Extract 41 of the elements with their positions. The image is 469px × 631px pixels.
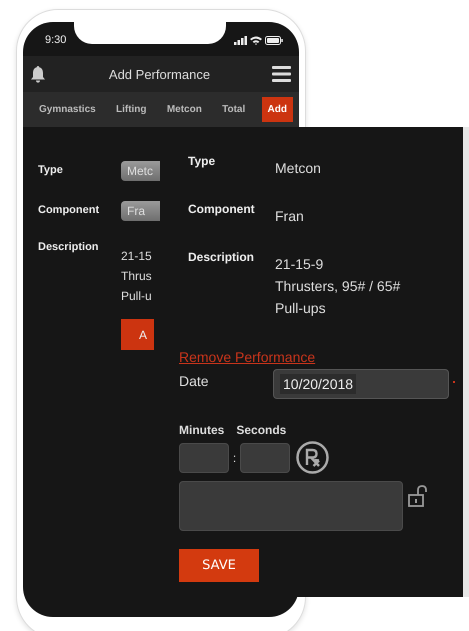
unlocked-padlock-icon[interactable] (408, 485, 427, 507)
select-field[interactable]: Metc (121, 161, 160, 181)
notes-field[interactable] (179, 481, 403, 531)
bell-icon[interactable] (29, 65, 47, 83)
field-value: Pull-ups (275, 300, 327, 316)
field-label: Description (38, 241, 100, 253)
tab[interactable]: Add (262, 97, 293, 122)
date-field[interactable]: 10/20/2018 (273, 369, 449, 399)
field-label: Type (188, 154, 216, 168)
date-label: Date (179, 373, 210, 389)
field-value: 21-15-9 (275, 256, 324, 272)
field-value: Thrusters, 95# / 65# (275, 278, 400, 294)
description-text: Thrus (121, 269, 152, 283)
description-text: Pull-u (121, 289, 152, 303)
tab[interactable]: Total (218, 98, 250, 121)
select-field[interactable]: Fra (121, 201, 160, 221)
description-text: 21-15 (121, 249, 152, 263)
seconds-input[interactable] (240, 442, 290, 472)
minutes-label: Minutes (179, 423, 224, 437)
tab[interactable]: Gymnastics (35, 98, 100, 121)
save-button[interactable]: SAVE (179, 549, 259, 582)
field-label: Component (38, 204, 100, 216)
tab[interactable]: Metcon (162, 98, 206, 121)
tab[interactable]: Lifting (112, 98, 151, 121)
menu-icon[interactable] (272, 66, 291, 82)
remove-performance-link[interactable]: Remove Performance (179, 349, 316, 365)
add-button[interactable]: A (121, 319, 154, 350)
field-value: Fran (275, 208, 304, 224)
status-time: 9:30 (45, 34, 66, 46)
wifi-icon (250, 36, 262, 45)
field-label: Description (188, 250, 256, 264)
field-label: Component (188, 202, 256, 216)
prescription-icon[interactable] (296, 441, 329, 474)
screen-title: Add Performance (108, 66, 210, 82)
field-label: Type (38, 164, 64, 176)
seconds-label: Seconds (236, 423, 286, 437)
time-separator: : (232, 450, 238, 464)
minutes-input[interactable] (179, 442, 229, 472)
field-value: Metcon (275, 160, 321, 176)
signal-icon (234, 36, 247, 45)
battery-icon (264, 36, 283, 45)
